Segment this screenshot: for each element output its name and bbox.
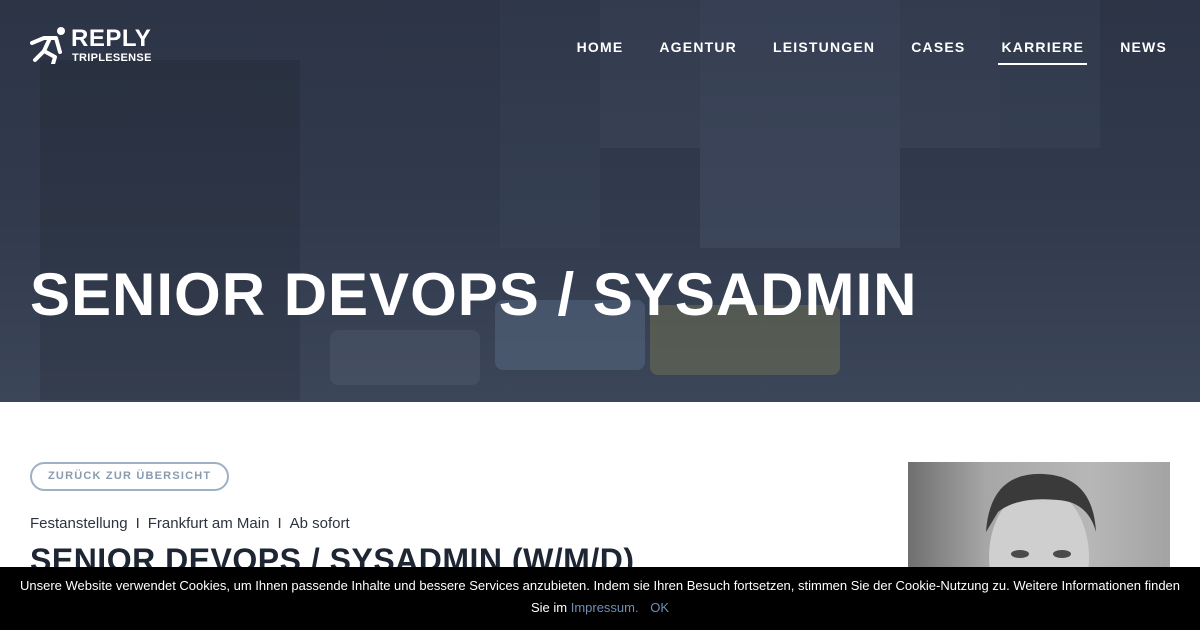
- job-location: Frankfurt am Main: [147, 515, 270, 532]
- cookie-ok-button[interactable]: OK: [650, 600, 669, 615]
- nav-item-home[interactable]: HOME: [574, 38, 627, 65]
- nav-item-karriere[interactable]: KARRIERE: [998, 38, 1088, 65]
- back-to-overview-button[interactable]: ZURÜCK ZUR ÜBERSICHT: [30, 462, 230, 491]
- meta-separator: I: [135, 515, 140, 532]
- nav-item-agentur[interactable]: AGENTUR: [656, 38, 740, 65]
- employment-type: Festanstellung: [30, 515, 128, 532]
- meta-separator: I: [277, 515, 282, 532]
- job-meta: Festanstellung I Frankfurt am Main I Ab sofo…: [30, 515, 350, 532]
- brand-logo[interactable]: REPLY TRIPLESENSE: [30, 26, 152, 64]
- background-tile: [900, 0, 1000, 148]
- brand-subline: TRIPLESENSE: [72, 52, 152, 64]
- cookie-text-prefix: Sie im: [530, 600, 568, 615]
- background-tile: [40, 60, 300, 400]
- nav-item-news[interactable]: NEWS: [1117, 38, 1170, 65]
- job-start: Ab sofort: [289, 515, 350, 532]
- nav-item-leistungen[interactable]: LEISTUNGEN: [770, 38, 878, 65]
- hero-banner: REPLY TRIPLESENSE HOME AGENTUR LEISTUNGE…: [0, 0, 1200, 402]
- nav-item-cases[interactable]: CASES: [908, 38, 968, 65]
- code-highlight: [330, 330, 480, 385]
- impressum-link[interactable]: Impressum.: [571, 600, 639, 615]
- main-navigation: HOME AGENTUR LEISTUNGEN CASES KARRIERE N…: [544, 38, 1170, 65]
- runner-logo-icon: [30, 27, 65, 64]
- hero-title: SENIOR DEVOPS / SYSADMIN: [30, 261, 918, 328]
- brand-name: REPLY: [71, 25, 152, 52]
- cookie-text: Unsere Website verwendet Cookies, um Ihn…: [19, 578, 1181, 593]
- cookie-text-line2: Sie im Impressum. OK: [0, 597, 1200, 619]
- cookie-banner: Unsere Website verwendet Cookies, um Ihn…: [0, 567, 1200, 630]
- background-tile: [600, 0, 700, 148]
- background-tile: [1000, 0, 1100, 148]
